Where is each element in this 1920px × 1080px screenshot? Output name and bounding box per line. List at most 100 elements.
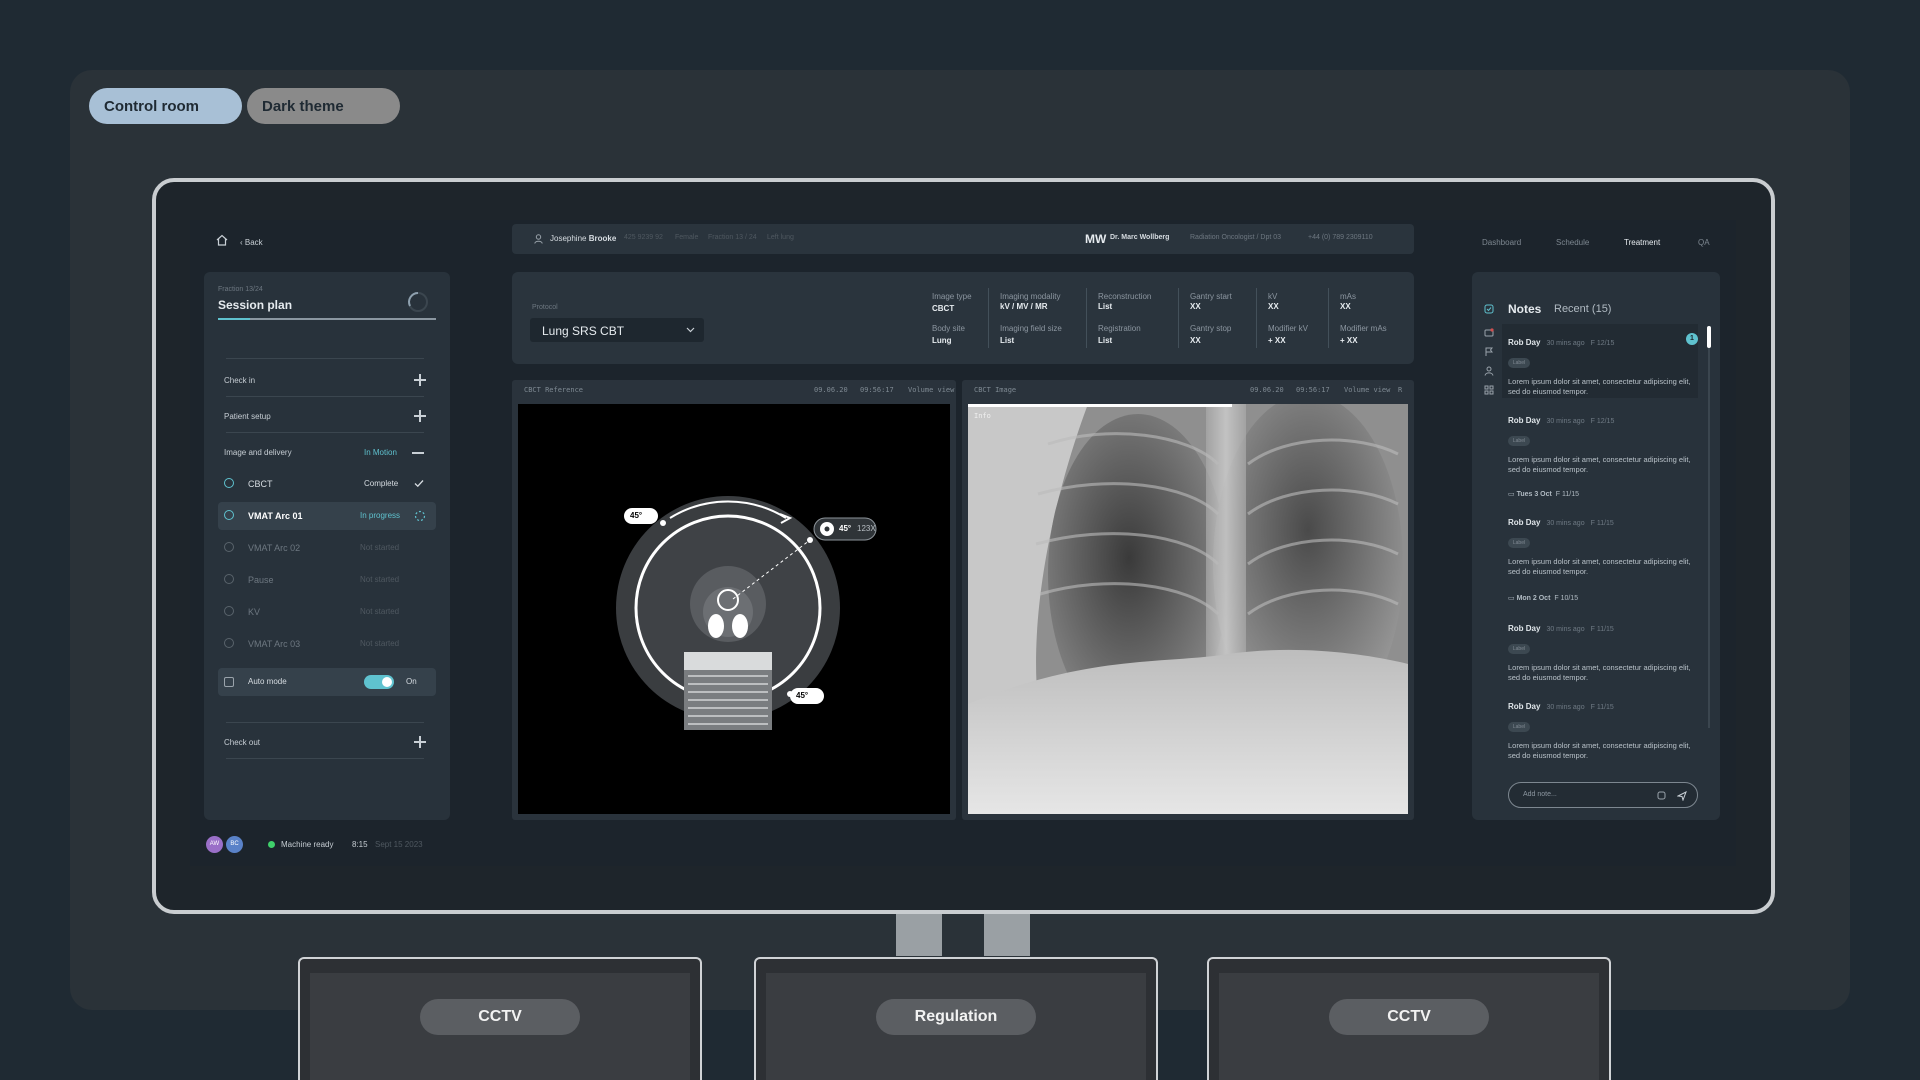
back-link[interactable]: ‹ Back (240, 238, 263, 247)
person-icon[interactable] (1484, 366, 1494, 376)
note-author: Rob Day (1508, 338, 1541, 347)
back-label: Back (244, 238, 263, 247)
viewer-date: 09.06.20 (814, 386, 848, 394)
regulation-label[interactable]: Regulation (876, 999, 1036, 1035)
auto-mode-state: On (406, 677, 417, 686)
avatar[interactable]: BC (226, 836, 243, 853)
notes-icon[interactable] (1484, 304, 1494, 314)
dark-theme-chip[interactable]: Dark theme (247, 88, 400, 124)
note-label-chip[interactable]: Label (1508, 436, 1530, 446)
add-note-input[interactable]: Add note... (1508, 782, 1698, 808)
control-room-chip[interactable]: Control room (89, 88, 242, 124)
viewer-mode: Volume view (908, 386, 955, 394)
step-label: VMAT Arc 01 (248, 511, 303, 521)
machine-status: Machine ready (281, 840, 334, 849)
modifier-mas-value: + XX (1340, 336, 1358, 345)
acquisition-progress (968, 404, 1232, 407)
note-item[interactable]: Rob Day 30 mins ago F 11/15 Label Lorem ip… (1508, 696, 1693, 761)
collapse-icon[interactable] (412, 452, 424, 454)
note-label-chip[interactable]: Label (1508, 538, 1530, 548)
cctv-label[interactable]: CCTV (1329, 999, 1489, 1035)
grid-icon[interactable] (1484, 385, 1494, 395)
scrollbar-thumb[interactable] (1707, 326, 1711, 348)
cctv-screen-left: CCTV (298, 957, 702, 1080)
image-delivery-status: In Motion (364, 448, 397, 457)
step-cbct[interactable]: CBCT Complete (218, 470, 436, 498)
step-status: Not started (360, 607, 400, 616)
protocol-label: Protocol (532, 304, 558, 311)
note-item[interactable]: Rob Day 30 mins ago F 12/15 Label Lorem ip… (1508, 332, 1693, 397)
patient-setup-expand-icon[interactable] (414, 410, 426, 422)
day-label: Tues 3 Oct (1516, 491, 1552, 498)
patient-id: 425 9239 92 (624, 234, 663, 241)
modifier-mas-label: Modifier mAs (1340, 324, 1387, 333)
imaging-modality-label: Imaging modality (1000, 292, 1061, 301)
viewer-orientation: R (1398, 386, 1403, 394)
note-label-chip[interactable]: Label (1508, 644, 1530, 654)
notes-recent-tab[interactable]: Recent (15) (1554, 303, 1611, 315)
nav-schedule[interactable]: Schedule (1556, 238, 1589, 247)
monitor-stand (984, 914, 1030, 956)
patient-fraction: Fraction 13 / 24 (708, 234, 757, 241)
step-vmat-arc-02[interactable]: VMAT Arc 02 Not started (218, 534, 436, 562)
auto-mode-checkbox[interactable] (224, 677, 234, 687)
registration-value: List (1098, 336, 1113, 345)
note-label-chip[interactable]: Label (1508, 358, 1530, 368)
step-vmat-arc-03[interactable]: VMAT Arc 03 Not started (218, 630, 436, 658)
send-icon[interactable] (1677, 791, 1687, 801)
step-kv[interactable]: KV Not started (218, 598, 436, 626)
body-site-value: Lung (932, 336, 952, 345)
step-pause[interactable]: Pause Not started (218, 566, 436, 594)
nav-treatment[interactable]: Treatment (1624, 238, 1660, 247)
session-title: Session plan (218, 298, 293, 312)
info-overlay[interactable]: Info (974, 412, 991, 420)
auto-mode-label: Auto mode (248, 677, 287, 686)
day-label: Mon 2 Oct (1516, 595, 1551, 602)
registration-label: Registration (1098, 324, 1141, 333)
nav-dashboard[interactable]: Dashboard (1482, 238, 1521, 247)
note-item[interactable]: Rob Day 30 mins ago F 12/15 Label Lorem ip… (1508, 410, 1693, 475)
note-item[interactable]: Rob Day 30 mins ago F 11/15 Label Lorem ip… (1508, 618, 1693, 683)
user-icon (534, 234, 543, 244)
step-indicator (224, 542, 234, 552)
chat-icon[interactable] (1484, 328, 1494, 338)
scrollbar-track[interactable] (1708, 348, 1710, 728)
note-author: Rob Day (1508, 702, 1541, 711)
protocol-select[interactable]: Lung SRS CBT (530, 318, 704, 342)
cbct-reference-viewer[interactable]: CBCT Reference 09.06.20 09:56:17 Volume … (512, 380, 956, 820)
avatar[interactable]: AW (206, 836, 223, 853)
cbct-image-viewer[interactable]: CBCT Image 09.06.20 09:56:17 Volume view… (962, 380, 1414, 820)
flag-icon[interactable] (1484, 347, 1494, 357)
progress-ring-icon (408, 292, 428, 312)
step-vmat-arc-01[interactable]: VMAT Arc 01 In progress (218, 502, 436, 530)
patient-last-name: Brooke (588, 234, 617, 243)
home-icon[interactable] (216, 234, 228, 246)
note-label-chip[interactable]: Label (1508, 722, 1530, 732)
gantry-diagram (616, 496, 877, 730)
image-type-value: CBCT (932, 304, 955, 313)
auto-mode-row: Auto mode On (218, 668, 436, 696)
gantry-start-label: Gantry start (1190, 292, 1232, 301)
nav-qa[interactable]: QA (1698, 238, 1710, 247)
add-note-placeholder: Add note... (1523, 791, 1557, 798)
note-author: Rob Day (1508, 624, 1541, 633)
day-separator: ▭ Tues 3 Oct F 11/15 (1508, 491, 1580, 498)
step-label: VMAT Arc 02 (248, 543, 301, 553)
attach-icon[interactable] (1657, 791, 1666, 800)
step-indicator (224, 478, 234, 488)
kv-label: kV (1268, 292, 1278, 301)
clock-date: Sept 15 2023 (375, 840, 423, 849)
note-item[interactable]: Rob Day 30 mins ago F 11/15 Label Lorem ip… (1508, 512, 1693, 577)
clinician-role: Radiation Oncologist / Dpt 03 (1190, 234, 1282, 241)
note-time: 30 mins ago (1546, 704, 1585, 711)
auto-mode-toggle[interactable] (364, 675, 394, 689)
reconstruction-label: Reconstruction (1098, 292, 1152, 301)
check-out-expand-icon[interactable] (414, 736, 426, 748)
viewer-date: 09.06.20 (1250, 386, 1284, 394)
cctv-label[interactable]: CCTV (420, 999, 580, 1035)
fraction-label: Fraction 13/24 (218, 286, 263, 293)
note-time: 30 mins ago (1546, 340, 1585, 347)
control-screen: ‹ Back Josephine Brooke 425 9239 92 Fema… (190, 220, 1736, 866)
image-type-label: Image type (932, 292, 972, 301)
check-in-expand-icon[interactable] (414, 374, 426, 386)
